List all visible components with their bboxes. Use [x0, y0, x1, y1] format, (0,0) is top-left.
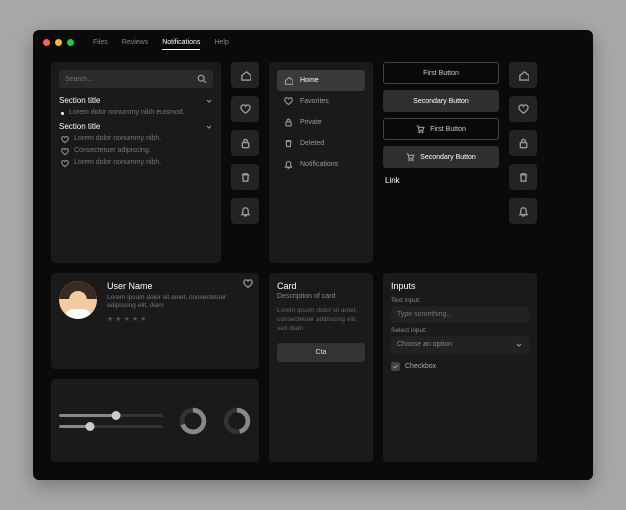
section-a-title: Section title [59, 96, 100, 105]
search-field[interactable] [59, 70, 213, 88]
donut-chart-b [223, 407, 251, 435]
card-title: Card [277, 281, 365, 291]
notifications-icon-button[interactable] [231, 198, 259, 224]
trash-icon [240, 172, 251, 183]
user-card: User Name Lorem ipsum dolor sit amet, co… [51, 273, 259, 370]
star-icon: ★ [140, 315, 146, 323]
chevron-down-icon [205, 123, 213, 131]
lock-icon-button[interactable] [231, 130, 259, 156]
sliders-panel [51, 379, 259, 462]
home-icon [240, 70, 251, 81]
cart-icon [406, 153, 415, 162]
secondary-button[interactable]: Secondary Button [383, 90, 499, 112]
buttons-panel: First Button Secondary Button First Butt… [383, 62, 499, 263]
lock-icon-button[interactable] [509, 130, 537, 156]
menu-notifications[interactable]: Notifications [162, 39, 200, 46]
user-description: Lorem ipsum dolor sit amet, consectetuer… [107, 294, 251, 311]
cta-button[interactable]: Cta [277, 343, 365, 362]
menu-help[interactable]: Help [214, 39, 228, 46]
section-b-header[interactable]: Section title [59, 122, 213, 131]
avatar [59, 281, 97, 319]
list-item: Consectetuer adipiscing. [61, 147, 213, 156]
lock-icon [518, 138, 529, 149]
icon-rail-right [509, 62, 537, 263]
slider-b[interactable] [59, 425, 163, 428]
slider-a[interactable] [59, 414, 163, 417]
notifications-icon-button[interactable] [509, 198, 537, 224]
list-item: Lorem dolor nonummy nibh. [61, 159, 213, 168]
heart-icon [61, 148, 69, 156]
favorite-toggle[interactable] [243, 279, 253, 289]
nav-panel: Home Favorites Private Deleted Notificat… [269, 62, 373, 263]
section-a-header[interactable]: Section title [59, 96, 213, 105]
favorite-icon-button[interactable] [231, 96, 259, 122]
star-icon: ★ [115, 315, 121, 323]
heart-icon [61, 160, 69, 168]
menubar: Files Reviews Notifications Help [79, 39, 229, 46]
select-input[interactable]: Choose an option [391, 336, 529, 354]
donut-chart-a [179, 407, 207, 435]
bell-icon [284, 160, 293, 169]
lock-icon [240, 138, 251, 149]
search-input[interactable] [65, 76, 197, 83]
text-input-label: Text input: [391, 297, 529, 304]
nav-home[interactable]: Home [277, 70, 365, 91]
cart-first-button[interactable]: First Button [383, 118, 499, 140]
first-button[interactable]: First Button [383, 62, 499, 84]
checkbox-box [391, 362, 400, 371]
inputs-panel: Inputs Text input: Select input: Choose … [383, 273, 537, 462]
close-window-button[interactable] [43, 39, 50, 46]
star-icon: ★ [107, 315, 113, 323]
cart-icon [416, 125, 425, 134]
trash-icon [284, 139, 293, 148]
favorite-icon-button[interactable] [509, 96, 537, 122]
section-b-title: Section title [59, 122, 100, 131]
trash-icon [518, 172, 529, 183]
app-window: Files Reviews Notifications Help Section… [33, 30, 593, 480]
list-item: Lorem dolor nonummy nibh euismod. [61, 109, 213, 116]
nav-deleted[interactable]: Deleted [277, 133, 365, 154]
home-icon [518, 70, 529, 81]
menu-reviews[interactable]: Reviews [122, 39, 148, 46]
card-panel: Card Description of card Lorem ipsum dol… [269, 273, 373, 462]
rating-stars[interactable]: ★★★★★ [107, 315, 251, 323]
menu-files[interactable]: Files [93, 39, 108, 46]
icon-rail-left [231, 62, 259, 263]
home-icon [284, 76, 293, 85]
check-icon [392, 363, 399, 370]
chevron-down-icon [205, 97, 213, 105]
nav-notifications[interactable]: Notifications [277, 154, 365, 175]
home-icon-button[interactable] [231, 62, 259, 88]
sections-panel: Section title Lorem dolor nonummy nibh e… [51, 62, 221, 263]
minimize-window-button[interactable] [55, 39, 62, 46]
titlebar: Files Reviews Notifications Help [33, 30, 593, 54]
lock-icon [284, 118, 293, 127]
delete-icon-button[interactable] [509, 164, 537, 190]
heart-icon [61, 136, 69, 144]
heart-icon [284, 97, 293, 106]
nav-favorites[interactable]: Favorites [277, 91, 365, 112]
user-name: User Name [107, 281, 251, 291]
link-button[interactable]: Link [383, 174, 499, 187]
list-item: Lorem dolor nonummy nibh. [61, 135, 213, 144]
card-body: Lorem ipsum dolor sit amet, consectetuer… [277, 306, 365, 333]
card-subtitle: Description of card [277, 293, 365, 300]
star-icon: ★ [124, 315, 130, 323]
bell-icon [518, 206, 529, 217]
chevron-down-icon [515, 341, 523, 349]
star-icon: ★ [132, 315, 138, 323]
home-icon-button[interactable] [509, 62, 537, 88]
heart-icon [240, 104, 251, 115]
select-input-label: Select input: [391, 327, 529, 334]
text-input[interactable] [391, 306, 529, 323]
maximize-window-button[interactable] [67, 39, 74, 46]
bell-icon [240, 206, 251, 217]
delete-icon-button[interactable] [231, 164, 259, 190]
heart-icon [518, 104, 529, 115]
search-icon [197, 74, 207, 84]
nav-private[interactable]: Private [277, 112, 365, 133]
inputs-title: Inputs [391, 281, 529, 291]
checkbox[interactable]: Checkbox [391, 362, 529, 371]
cart-secondary-button[interactable]: Secondary Button [383, 146, 499, 168]
